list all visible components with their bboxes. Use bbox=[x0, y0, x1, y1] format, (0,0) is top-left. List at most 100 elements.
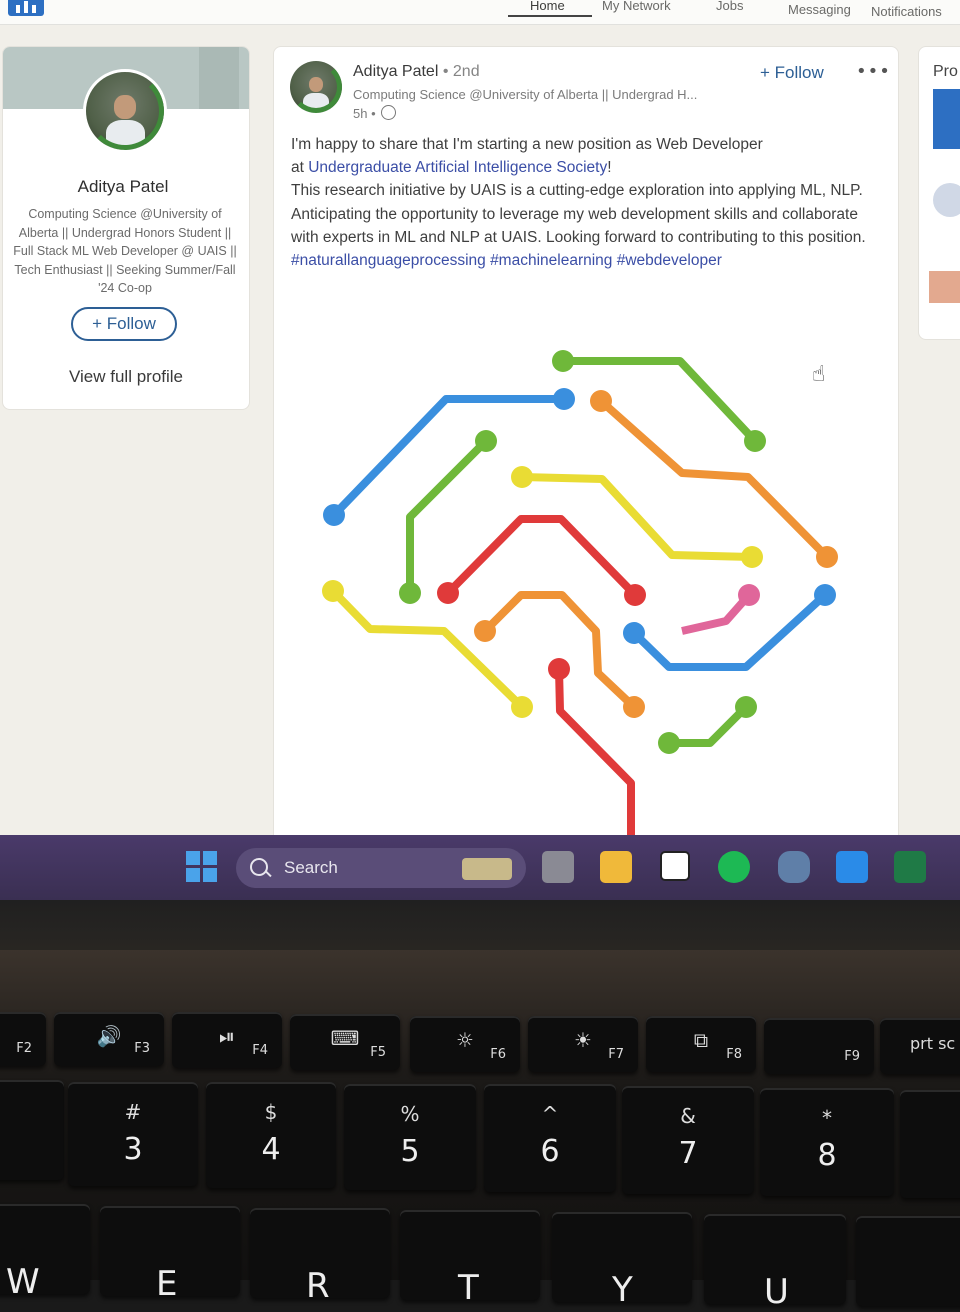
top-navigation: Home My Network Jobs Messaging Notificat… bbox=[0, 0, 960, 25]
circuit-line-pink bbox=[681, 592, 752, 635]
post-text-body: This research initiative by UAIS is a cu… bbox=[291, 182, 866, 246]
key-f9[interactable]: F9 bbox=[764, 1018, 874, 1074]
side-card-thumbnail[interactable] bbox=[929, 271, 960, 303]
nav-messaging[interactable]: Messaging bbox=[788, 2, 851, 17]
nav-notifications[interactable]: Notifications bbox=[871, 4, 942, 19]
spotify-icon[interactable] bbox=[718, 851, 750, 883]
more-options-icon[interactable]: ••• bbox=[856, 61, 891, 82]
key-6[interactable]: ^ 6 bbox=[484, 1084, 616, 1192]
side-card-title: Pro bbox=[933, 63, 958, 80]
circuit-line-green-bottom bbox=[669, 704, 749, 747]
post-timestamp: 5h • bbox=[353, 105, 397, 121]
post-hashtags[interactable]: #naturallanguageprocessing #machinelearn… bbox=[291, 252, 722, 269]
app-logo-icon[interactable] bbox=[8, 0, 44, 16]
postgresql-icon[interactable] bbox=[778, 851, 810, 883]
side-card-thumbnail[interactable] bbox=[933, 183, 960, 217]
node bbox=[590, 390, 612, 412]
nav-my-network[interactable]: My Network bbox=[602, 0, 671, 13]
node bbox=[623, 696, 645, 718]
key-3[interactable]: #3 bbox=[68, 1082, 198, 1186]
node bbox=[437, 582, 459, 604]
key-f3[interactable]: 🔊 F3 bbox=[54, 1012, 164, 1066]
key-f4[interactable]: ⏯ F4 bbox=[172, 1012, 282, 1068]
post-time: 5h • bbox=[353, 106, 376, 121]
post-text-suffix: ! bbox=[607, 159, 612, 177]
nav-home[interactable]: Home bbox=[530, 0, 565, 13]
key-i[interactable] bbox=[856, 1216, 960, 1306]
node bbox=[744, 430, 766, 452]
key-4[interactable]: $4 bbox=[206, 1082, 336, 1188]
excel-icon[interactable] bbox=[894, 851, 926, 883]
node bbox=[552, 350, 574, 372]
search-highlight-icon[interactable] bbox=[462, 858, 512, 880]
circuit-line-blue-outer bbox=[331, 395, 564, 518]
view-full-profile-link[interactable]: View full profile bbox=[3, 367, 249, 387]
key-2[interactable]: @ bbox=[0, 1080, 64, 1180]
profile-name[interactable]: Aditya Patel bbox=[3, 177, 243, 197]
notion-icon[interactable] bbox=[660, 851, 690, 881]
key-e[interactable]: E bbox=[100, 1206, 240, 1304]
node bbox=[738, 584, 760, 606]
globe-icon bbox=[381, 105, 397, 120]
vscode-icon[interactable] bbox=[836, 851, 868, 883]
node bbox=[323, 504, 345, 526]
key-y[interactable]: Y bbox=[552, 1212, 692, 1310]
key-t[interactable]: T bbox=[400, 1210, 540, 1308]
taskbar-search[interactable]: Search bbox=[236, 848, 526, 888]
node bbox=[399, 582, 421, 604]
circuit-line-red-mid bbox=[445, 515, 638, 598]
hand-cursor-icon: ☝ bbox=[812, 362, 826, 387]
node bbox=[735, 696, 757, 718]
post-follow-button[interactable]: + Follow bbox=[760, 63, 824, 83]
node bbox=[814, 584, 836, 606]
connection-degree: • 2nd bbox=[442, 63, 480, 80]
key-f8[interactable]: ⧉ F8 bbox=[646, 1016, 756, 1072]
search-label: Search bbox=[284, 858, 338, 877]
profile-headline: Computing Science @University of Alberta… bbox=[13, 207, 237, 295]
windows-start-icon[interactable] bbox=[186, 851, 218, 883]
task-view-icon[interactable] bbox=[542, 851, 574, 883]
node bbox=[474, 620, 496, 642]
node bbox=[322, 580, 344, 602]
post-card: Aditya Patel • 2nd Computing Science @Un… bbox=[273, 46, 899, 868]
profile-card: Aditya Patel Computing Science @Universi… bbox=[2, 46, 250, 410]
key-print-screen[interactable]: prt sc bbox=[880, 1018, 960, 1074]
circuit-nodes bbox=[322, 350, 838, 754]
key-f2[interactable]: F2 bbox=[0, 1012, 46, 1066]
node bbox=[741, 546, 763, 568]
side-card-image[interactable] bbox=[933, 89, 960, 149]
node bbox=[658, 732, 680, 754]
screen: Home My Network Jobs Messaging Notificat… bbox=[0, 0, 960, 900]
post-author[interactable]: Aditya Patel • 2nd bbox=[353, 63, 480, 81]
node bbox=[548, 658, 570, 680]
key-r[interactable]: R bbox=[250, 1208, 390, 1306]
key-8[interactable]: * 8 bbox=[760, 1088, 894, 1196]
key-9[interactable]: ( bbox=[900, 1090, 960, 1198]
node bbox=[816, 546, 838, 568]
post-author-headline: Computing Science @University of Alberta… bbox=[353, 87, 698, 102]
key-7[interactable]: & 7 bbox=[622, 1086, 754, 1194]
node bbox=[475, 430, 497, 452]
organization-link[interactable]: Undergraduate Artificial Intelligence So… bbox=[308, 159, 607, 176]
key-f6[interactable]: ☼ F6 bbox=[410, 1016, 520, 1072]
key-5[interactable]: % 5 bbox=[344, 1084, 476, 1190]
circuit-line-yellow-left bbox=[330, 588, 525, 710]
circuit-line-blue-right bbox=[631, 592, 828, 671]
side-promo-card[interactable]: Pro bbox=[918, 46, 960, 340]
key-u[interactable]: U bbox=[704, 1214, 846, 1312]
key-f5[interactable]: ⌨ F5 bbox=[290, 1014, 400, 1070]
nav-jobs[interactable]: Jobs bbox=[716, 0, 743, 13]
key-f7[interactable]: ☀ F7 bbox=[528, 1016, 638, 1072]
post-author-name[interactable]: Aditya Patel bbox=[353, 63, 438, 80]
search-icon bbox=[250, 858, 268, 876]
post-image-brain-circuit[interactable] bbox=[274, 337, 898, 867]
key-w[interactable]: W bbox=[0, 1204, 90, 1302]
node bbox=[511, 696, 533, 718]
avatar[interactable] bbox=[83, 69, 167, 153]
post-text-line1: I'm happy to share that I'm starting a n… bbox=[291, 136, 763, 153]
nav-active-indicator bbox=[508, 15, 592, 17]
post-author-avatar[interactable] bbox=[290, 61, 342, 113]
node bbox=[624, 584, 646, 606]
follow-button[interactable]: + Follow bbox=[71, 307, 177, 341]
file-explorer-icon[interactable] bbox=[600, 851, 632, 883]
